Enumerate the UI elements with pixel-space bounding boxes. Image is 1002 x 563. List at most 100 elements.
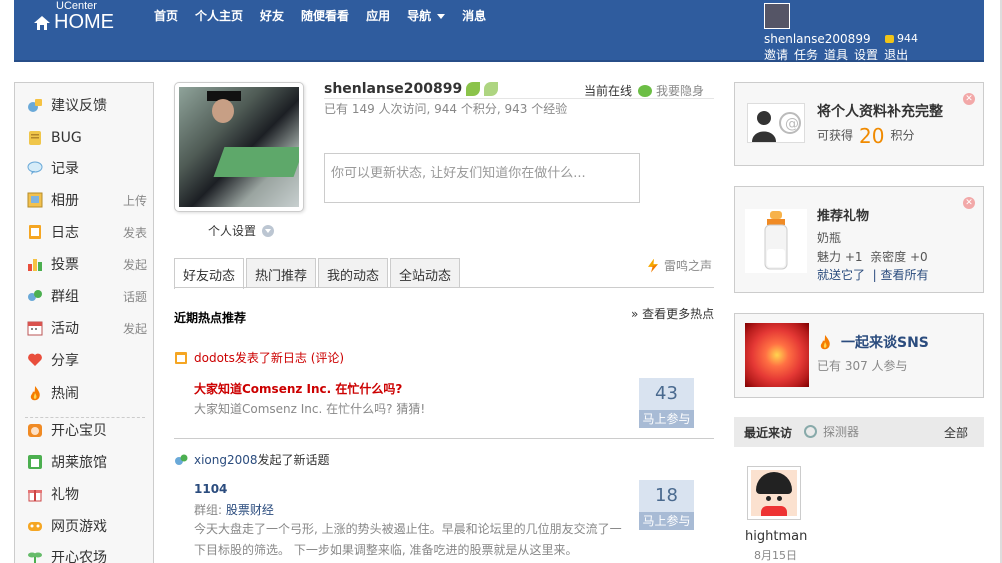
sidebar-divider — [25, 417, 145, 418]
feed-description: 今天大盘走了一个弓形, 上涨的势头被遏止住。早晨和论坛里的几位朋友交流了一 — [194, 522, 622, 536]
sidebar-item-label: 礼物 — [51, 487, 79, 503]
sidebar-item-share[interactable]: 分享 — [27, 350, 147, 370]
feed-user-link[interactable]: xiong2008 — [194, 453, 258, 467]
avatar-body — [761, 506, 787, 516]
share-icon — [28, 353, 42, 366]
invite-link[interactable]: 邀请 — [764, 46, 788, 63]
nav-apps[interactable]: 应用 — [366, 7, 390, 24]
feed-title-link[interactable]: 大家知道Comsenz Inc. 在忙什么吗? — [194, 380, 402, 397]
join-button[interactable]: 43 马上参与 — [639, 378, 694, 428]
lightning-icon — [648, 258, 658, 273]
header-username[interactable]: shenlanse200899 — [764, 32, 871, 46]
sns-title-link[interactable]: 一起来谈SNS — [817, 332, 929, 352]
sidebar-item-album[interactable]: 相册 上传 — [27, 190, 147, 210]
hide-button[interactable]: 我要隐身 — [638, 82, 704, 99]
hotel-icon — [28, 455, 42, 469]
sns-image[interactable] — [745, 323, 809, 387]
profile-settings-link[interactable]: 个人设置 — [208, 222, 275, 239]
sidebar-item-action[interactable]: 话题 — [123, 288, 147, 305]
coin-value: 944 — [897, 32, 918, 45]
sidebar-item-action[interactable]: 发起 — [123, 320, 147, 337]
profile-divider — [324, 98, 714, 99]
view-all-gifts-link[interactable]: | 查看所有 — [873, 268, 929, 282]
settings-link[interactable]: 设置 — [854, 46, 878, 63]
feed-group-label: 群组: — [194, 503, 226, 517]
sidebar-item-label: 热闹 — [51, 386, 79, 402]
sidebar-item-bug[interactable]: BUG — [27, 128, 147, 148]
complete-profile-title[interactable]: 将个人资料补充完整 — [817, 101, 943, 121]
logout-link[interactable]: 退出 — [884, 46, 908, 63]
sidebar-item-hotel[interactable]: 胡莱旅馆 — [27, 452, 147, 472]
top-bar: UCenter HOME 首页 个人主页 好友 随便看看 应用 导航 消息 sh… — [14, 0, 984, 62]
fire-icon — [820, 335, 830, 350]
sidebar-item-blog[interactable]: 日志 发表 — [27, 222, 147, 242]
nav-messages[interactable]: 消息 — [462, 7, 486, 24]
logo-big-text: HOME — [54, 11, 114, 33]
hide-label: 我要隐身 — [656, 84, 705, 98]
visitor-avatar[interactable] — [747, 466, 801, 520]
gift-card: ✕ 推荐礼物 奶瓶 魅力 +1 亲密度 +0 就送它了 | 查看所有 — [734, 186, 984, 293]
nav-friends[interactable]: 好友 — [260, 7, 284, 24]
user-avatar[interactable] — [764, 3, 790, 29]
sidebar-item-hot[interactable]: 热闹 — [27, 383, 147, 403]
sidebar-item-webgame[interactable]: 网页游戏 — [27, 516, 147, 536]
tabs-divider — [174, 287, 714, 288]
task-link[interactable]: 任务 — [794, 46, 818, 63]
props-link[interactable]: 道具 — [824, 46, 848, 63]
feed-title-link[interactable]: 1104 — [194, 482, 227, 496]
close-icon[interactable]: ✕ — [963, 197, 975, 209]
nav-profile[interactable]: 个人主页 — [195, 7, 243, 24]
nav-navigation[interactable]: 导航 — [407, 7, 446, 24]
sidebar-item-gift[interactable]: 礼物 — [27, 484, 147, 504]
close-icon[interactable]: ✕ — [963, 93, 975, 105]
sidebar-item-group[interactable]: 群组 话题 — [27, 286, 147, 306]
nav-browse[interactable]: 随便看看 — [301, 7, 349, 24]
sidebar-item-farm[interactable]: 开心农场 — [27, 547, 147, 563]
profile-settings-label: 个人设置 — [208, 224, 257, 238]
calendar-icon — [27, 321, 43, 336]
gift-intimacy: 亲密度 +0 — [870, 250, 928, 264]
sidebar-item-record[interactable]: 记录 — [27, 158, 147, 178]
tab-site-feed[interactable]: 全站动态 — [390, 258, 461, 288]
sidebar-item-feedback[interactable]: 建议反馈 — [27, 95, 147, 115]
nav-home[interactable]: 首页 — [154, 7, 178, 24]
visitors-header: 最近来访 探测器 全部 — [734, 417, 984, 447]
baby-icon — [28, 424, 42, 437]
profile-username[interactable]: shenlanse200899 — [324, 81, 499, 97]
feed-user-link[interactable]: dodots — [194, 351, 235, 365]
radar-link[interactable]: 探测器 — [804, 423, 859, 440]
visitors-title: 最近来访 — [744, 426, 793, 440]
sns-card: 一起来谈SNS 已有 307 人参与 — [734, 313, 984, 398]
join-button[interactable]: 18 马上参与 — [639, 480, 694, 530]
avatar-hair — [756, 472, 792, 494]
user-links: 邀请 任务 道具 设置 退出 — [764, 46, 914, 63]
gift-image[interactable] — [745, 209, 807, 273]
thunder-link[interactable]: 雷鸣之声 — [648, 257, 712, 274]
profile-photo-frame[interactable] — [174, 82, 304, 212]
sidebar-item-action[interactable]: 上传 — [123, 192, 147, 209]
sidebar-item-event[interactable]: 活动 发起 — [27, 318, 147, 338]
send-gift-link[interactable]: 就送它了 — [817, 268, 865, 282]
tab-my-feed[interactable]: 我的动态 — [318, 258, 389, 288]
sidebar-item-action[interactable]: 发起 — [123, 256, 147, 273]
feed-group-link[interactable]: 股票财经 — [226, 503, 274, 517]
tab-friends-feed[interactable]: 好友动态 — [174, 258, 245, 289]
status-input[interactable]: 你可以更新状态, 让好友们知道你在做什么... — [324, 153, 640, 203]
sidebar-item-label: 开心农场 — [51, 550, 107, 563]
online-status: 当前在线 我要隐身 — [584, 82, 704, 99]
sidebar-item-label: 投票 — [51, 257, 79, 273]
gift-actions: 就送它了 | 查看所有 — [817, 266, 929, 283]
more-hot-link[interactable]: » 查看更多热点 — [631, 305, 714, 322]
sidebar-item-action[interactable]: 发表 — [123, 224, 147, 241]
visitors-all-link[interactable]: 全部 — [944, 424, 968, 441]
visitor-name[interactable]: hightman — [745, 529, 807, 544]
home-icon — [34, 15, 50, 30]
gift-name: 奶瓶 — [817, 231, 842, 245]
join-label: 马上参与 — [639, 410, 694, 428]
tab-hot[interactable]: 热门推荐 — [246, 258, 317, 288]
sidebar-item-poll[interactable]: 投票 发起 — [27, 254, 147, 274]
sidebar-item-label: 活动 — [51, 321, 79, 337]
album-icon — [27, 192, 43, 208]
fire-icon — [30, 386, 40, 401]
sidebar-item-baby[interactable]: 开心宝贝 — [27, 420, 147, 440]
